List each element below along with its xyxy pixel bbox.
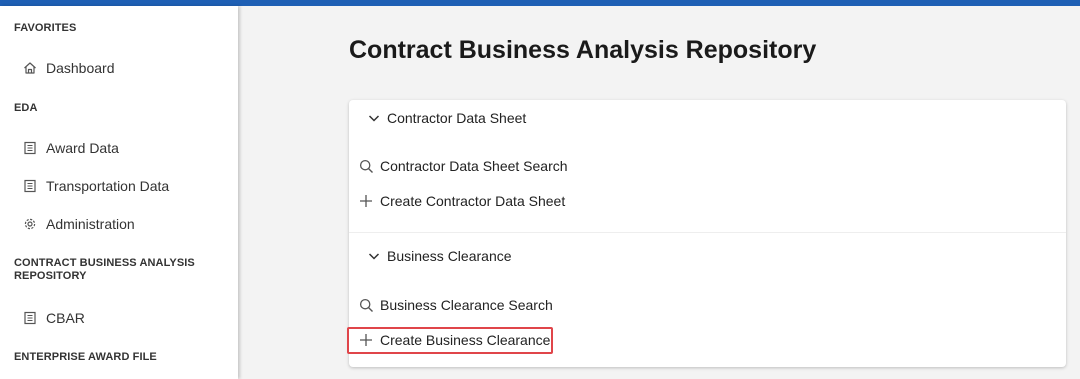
gear-icon (22, 216, 38, 232)
group-header-business-clearance[interactable]: Business Clearance (367, 244, 512, 268)
business-clearance-search-link[interactable]: Business Clearance Search (358, 293, 553, 317)
chevron-down-icon (367, 249, 381, 263)
section-title-favorites: FAVORITES (14, 22, 77, 34)
document-icon (22, 178, 38, 194)
document-icon (22, 140, 38, 156)
chevron-down-icon (367, 111, 381, 125)
create-contractor-data-sheet-link[interactable]: Create Contractor Data Sheet (358, 189, 565, 213)
action-label: Create Contractor Data Sheet (380, 193, 566, 209)
sidebar-item-label: Administration (46, 216, 135, 232)
section-title-enterprise-award-file: ENTERPRISE AWARD FILE (14, 351, 157, 363)
highlight-box (347, 327, 553, 354)
section-title-cbar: CONTRACT BUSINESS ANALYSIS REPOSITORY (14, 257, 195, 282)
sidebar: FAVORITES Dashboard EDA Award Data Trans… (0, 6, 238, 379)
sidebar-item-label: CBAR (46, 310, 85, 326)
action-label: Business Clearance Search (380, 297, 553, 313)
main-content: Contract Business Analysis Repository Co… (238, 6, 1080, 379)
sidebar-item-label: Award Data (46, 140, 119, 156)
cbar-menu-card: Contractor Data Sheet Contractor Data Sh… (347, 100, 1066, 367)
plus-icon (358, 193, 374, 209)
contractor-data-sheet-search-link[interactable]: Contractor Data Sheet Search (358, 154, 568, 178)
section-title-eda: EDA (14, 102, 38, 114)
group-header-label: Business Clearance (387, 248, 512, 264)
sidebar-item-award-data[interactable]: Award Data (22, 136, 119, 160)
document-icon (22, 310, 38, 326)
group-divider (349, 232, 1066, 233)
sidebar-item-dashboard[interactable]: Dashboard (22, 56, 115, 80)
home-icon (22, 60, 38, 76)
sidebar-item-cbar[interactable]: CBAR (22, 306, 85, 330)
search-icon (358, 158, 374, 174)
group-header-contractor-data-sheet[interactable]: Contractor Data Sheet (367, 106, 526, 130)
sidebar-item-label: Transportation Data (46, 178, 170, 194)
group-header-label: Contractor Data Sheet (387, 110, 527, 126)
page-title: Contract Business Analysis Repository (349, 36, 817, 64)
sidebar-item-label: Dashboard (46, 60, 115, 76)
search-icon (358, 297, 374, 313)
sidebar-item-transportation-data[interactable]: Transportation Data (22, 174, 169, 198)
action-label: Contractor Data Sheet Search (380, 158, 568, 174)
sidebar-item-administration[interactable]: Administration (22, 212, 135, 236)
